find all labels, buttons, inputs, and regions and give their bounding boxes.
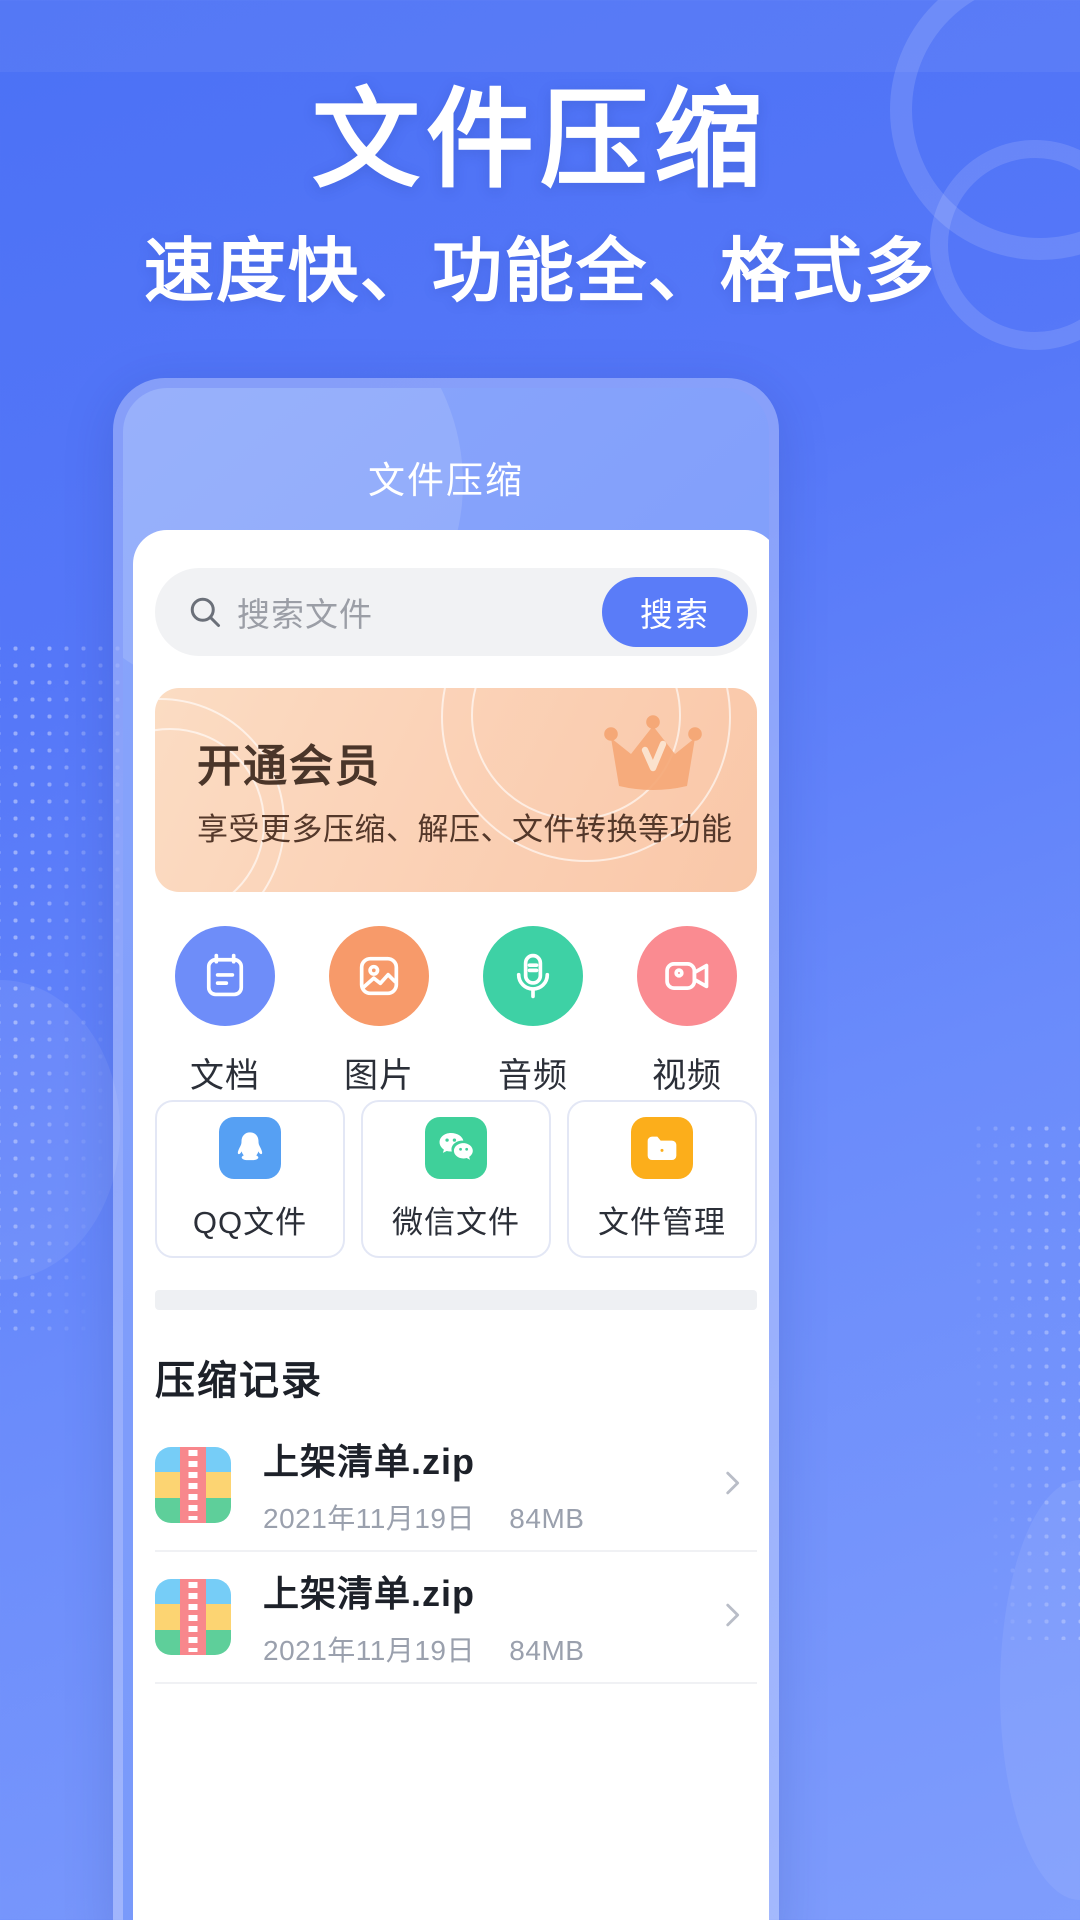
promo-headline: 文件压缩 bbox=[311, 79, 768, 200]
record-size: 84MB bbox=[509, 1635, 585, 1666]
record-row[interactable]: 上架清单.zip 2021年11月19日 84MB bbox=[155, 1552, 757, 1684]
quick-card-label: 微信文件 bbox=[392, 1204, 520, 1240]
record-date: 2021年11月19日 bbox=[263, 1503, 476, 1534]
search-button[interactable]: 搜索 bbox=[602, 577, 748, 647]
chevron-right-icon[interactable] bbox=[715, 1598, 749, 1637]
record-date: 2021年11月19日 bbox=[263, 1635, 476, 1666]
phone-screen: 文件压缩 搜索文件 搜索 开通会员 享受更多压缩、解压、文件转换等功能 文档 图… bbox=[123, 388, 769, 1920]
category-item-document[interactable]: 文档 bbox=[155, 926, 295, 1097]
microphone-icon bbox=[483, 926, 583, 1026]
image-icon bbox=[329, 926, 429, 1026]
zip-file-icon bbox=[155, 1579, 231, 1655]
folder-icon bbox=[631, 1116, 693, 1179]
quick-card-qq[interactable]: QQ文件 bbox=[155, 1100, 345, 1258]
document-icon bbox=[175, 926, 275, 1026]
category-label: 图片 bbox=[344, 1057, 414, 1095]
promo-subline: 速度快、功能全、格式多 bbox=[144, 232, 936, 310]
vip-banner-subtitle: 享受更多压缩、解压、文件转换等功能 bbox=[197, 812, 733, 847]
record-file-name: 上架清单.zip bbox=[263, 1573, 475, 1614]
record-meta: 2021年11月19日 84MB bbox=[263, 1497, 715, 1537]
record-file-name: 上架清单.zip bbox=[263, 1441, 475, 1482]
records-title: 压缩记录 bbox=[155, 1359, 323, 1403]
records-list: 上架清单.zip 2021年11月19日 84MB 上架清单.zip 2021年… bbox=[155, 1420, 757, 1684]
quick-card-label: 文件管理 bbox=[598, 1204, 726, 1240]
quick-card-label: QQ文件 bbox=[192, 1204, 308, 1240]
category-label: 音频 bbox=[498, 1057, 568, 1095]
record-size: 84MB bbox=[509, 1503, 585, 1534]
chevron-right-icon[interactable] bbox=[715, 1466, 749, 1505]
quick-card-file-manager[interactable]: 文件管理 bbox=[567, 1100, 757, 1258]
qq-icon bbox=[219, 1116, 281, 1179]
category-item-video[interactable]: 视频 bbox=[617, 926, 757, 1097]
phone-mockup: 文件压缩 搜索文件 搜索 开通会员 享受更多压缩、解压、文件转换等功能 文档 图… bbox=[113, 378, 779, 1920]
vip-banner[interactable]: 开通会员 享受更多压缩、解压、文件转换等功能 bbox=[155, 688, 757, 892]
category-label: 文档 bbox=[190, 1057, 260, 1095]
vip-banner-title: 开通会员 bbox=[197, 742, 381, 791]
zip-file-icon bbox=[155, 1447, 231, 1523]
quick-card-wechat[interactable]: 微信文件 bbox=[361, 1100, 551, 1258]
category-item-image[interactable]: 图片 bbox=[309, 926, 449, 1097]
section-divider-strip bbox=[155, 1290, 757, 1310]
record-row[interactable]: 上架清单.zip 2021年11月19日 84MB bbox=[155, 1420, 757, 1552]
record-texts: 上架清单.zip 2021年11月19日 84MB bbox=[263, 1565, 715, 1669]
app-title: 文件压缩 bbox=[368, 460, 524, 501]
app-content-sheet: 搜索文件 搜索 开通会员 享受更多压缩、解压、文件转换等功能 文档 图片 音频 … bbox=[133, 530, 769, 1920]
category-row: 文档 图片 音频 视频 bbox=[155, 926, 757, 1097]
banner-ring bbox=[155, 698, 285, 892]
video-camera-icon bbox=[637, 926, 737, 1026]
record-meta: 2021年11月19日 84MB bbox=[263, 1629, 715, 1669]
search-bar[interactable]: 搜索文件 搜索 bbox=[155, 568, 757, 656]
crown-icon bbox=[603, 714, 703, 805]
category-item-audio[interactable]: 音频 bbox=[463, 926, 603, 1097]
search-input[interactable]: 搜索文件 bbox=[237, 588, 602, 636]
search-icon bbox=[187, 594, 223, 630]
record-texts: 上架清单.zip 2021年11月19日 84MB bbox=[263, 1433, 715, 1537]
quick-card-row: QQ文件 微信文件 文件管理 bbox=[155, 1100, 757, 1258]
category-label: 视频 bbox=[652, 1057, 722, 1095]
wechat-icon bbox=[425, 1116, 487, 1179]
